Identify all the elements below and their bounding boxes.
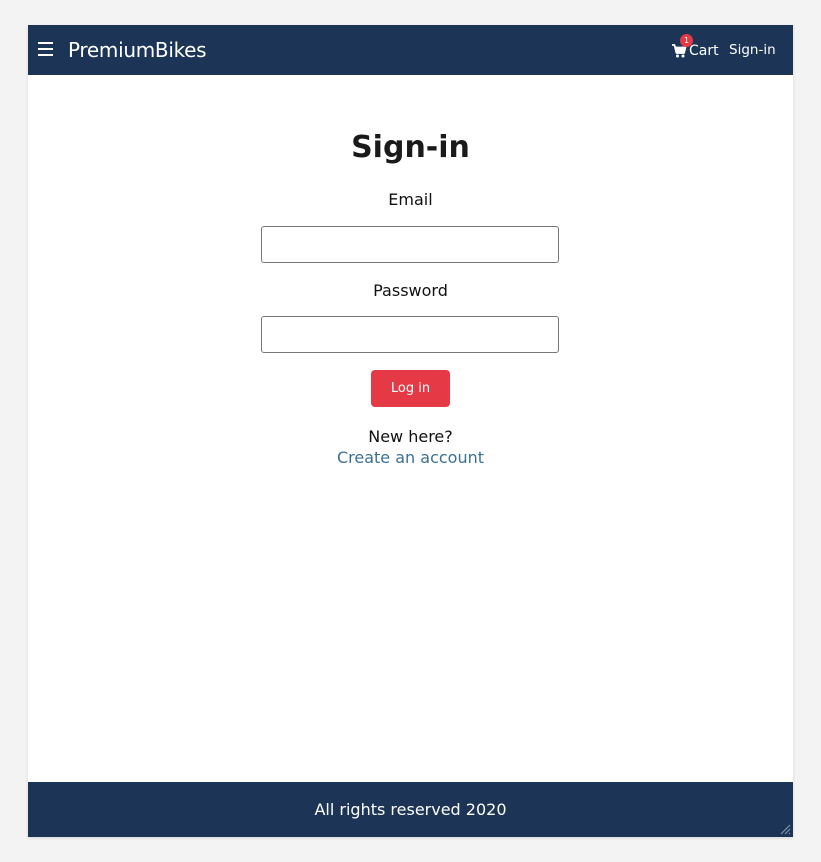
app-window: PremiumBikes 1 Cart Sign-in Sign-in Emai… bbox=[28, 25, 793, 837]
password-label: Password bbox=[373, 281, 448, 300]
page-title: Sign-in bbox=[351, 130, 470, 165]
password-field[interactable] bbox=[261, 316, 559, 353]
email-label: Email bbox=[388, 190, 433, 209]
menu-icon[interactable] bbox=[38, 42, 53, 56]
create-account-link[interactable]: Create an account bbox=[28, 448, 793, 467]
new-here-text: New here? bbox=[368, 427, 453, 446]
cart-label: Cart bbox=[689, 43, 719, 59]
brand-link[interactable]: PremiumBikes bbox=[68, 38, 207, 62]
footer-text: All rights reserved 2020 bbox=[314, 800, 507, 819]
cart-count-badge: 1 bbox=[680, 34, 693, 47]
top-navbar: PremiumBikes 1 Cart Sign-in bbox=[28, 25, 793, 75]
nav-signin-link[interactable]: Sign-in bbox=[729, 42, 776, 58]
resize-grip-icon[interactable] bbox=[779, 823, 791, 835]
login-button[interactable]: Log in bbox=[371, 370, 450, 407]
cart-icon: 1 bbox=[671, 34, 693, 59]
footer: All rights reserved 2020 bbox=[28, 782, 793, 837]
email-field[interactable] bbox=[261, 226, 559, 263]
cart-link[interactable]: 1 Cart bbox=[671, 34, 719, 61]
